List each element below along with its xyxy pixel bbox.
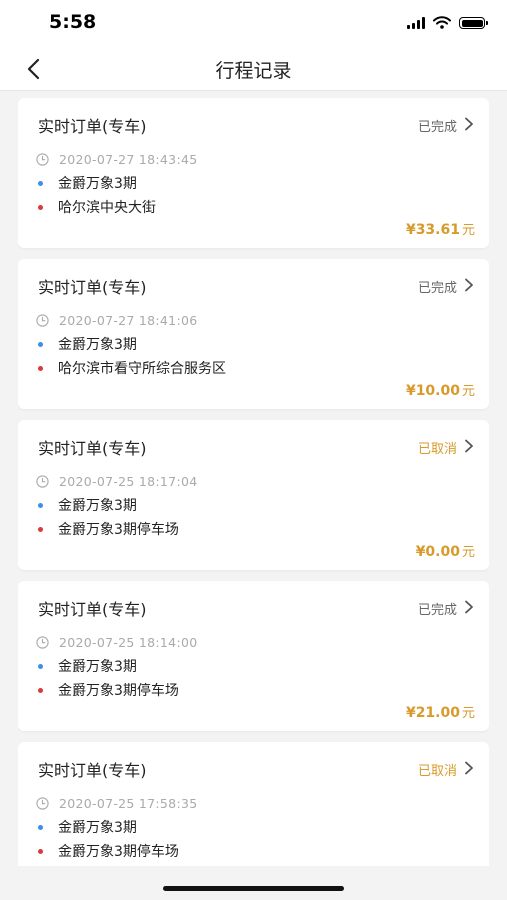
trip-price: ¥10.00 [405,383,460,399]
chevron-right-icon[interactable] [463,278,475,292]
trip-origin: 金爵万象3期 [58,337,137,353]
trip-origin-row: 金爵万象3期 [38,817,137,837]
destination-dot-icon [38,365,43,371]
origin-dot-icon [38,341,43,347]
trip-card-title: 实时订单(专车) [38,439,147,458]
origin-dot-icon [38,502,43,508]
origin-dot-icon [38,663,43,669]
destination-dot-icon [38,526,43,532]
chevron-right-icon[interactable] [463,761,475,775]
trip-time: 2020-07-27 18:41:06 [59,313,198,328]
origin-dot-icon [38,824,43,830]
origin-dot-icon [38,180,43,186]
trip-time-row: 2020-07-25 18:14:00 [36,635,197,650]
clock-icon [36,797,49,810]
trip-card-title: 实时订单(专车) [38,117,147,136]
page-title: 行程记录 [215,60,292,82]
trip-time: 2020-07-25 18:17:04 [59,474,198,489]
trip-destination: 金爵万象3期停车场 [58,844,179,860]
trip-status-label: 已完成 [417,281,457,296]
clock-icon [36,636,49,649]
trip-list[interactable]: 实时订单(专车) 已完成 2020-07-27 18:43:45 金爵万象3期 … [18,98,489,866]
trip-status-label: 已取消 [417,442,457,457]
trip-origin: 金爵万象3期 [58,659,137,675]
trip-card[interactable]: 实时订单(专车) 已完成 2020-07-25 18:14:00 金爵万象3期 … [18,581,489,731]
trip-card-title: 实时订单(专车) [38,600,147,619]
clock-icon [36,314,49,327]
chevron-right-icon[interactable] [463,117,475,131]
trip-time-row: 2020-07-27 18:41:06 [36,313,197,328]
trip-card[interactable]: 实时订单(专车) 已取消 2020-07-25 18:17:04 金爵万象3期 … [18,420,489,570]
trip-card[interactable]: 实时订单(专车) 已完成 2020-07-27 18:43:45 金爵万象3期 … [18,98,489,248]
trip-price-unit: 元 [461,384,475,399]
trip-price-row: ¥0.00 元 [416,541,475,560]
trip-time: 2020-07-25 17:58:35 [59,796,198,811]
trip-price-row: ¥33.61 元 [406,219,475,238]
status-bar: 5:58 [0,0,507,46]
destination-dot-icon [38,204,43,210]
chevron-right-icon[interactable] [463,600,475,614]
trip-card[interactable]: 实时订单(专车) 已完成 2020-07-27 18:41:06 金爵万象3期 … [18,259,489,409]
trip-destination: 金爵万象3期停车场 [58,683,179,699]
battery-icon [459,17,488,29]
trip-origin: 金爵万象3期 [58,176,137,192]
destination-dot-icon [38,848,43,854]
trip-time: 2020-07-25 18:14:00 [59,635,198,650]
trip-card-title: 实时订单(专车) [38,278,147,297]
trip-origin: 金爵万象3期 [58,820,137,836]
trip-destination: 哈尔滨市看守所综合服务区 [58,361,226,377]
trip-destination-row: 哈尔滨中央大街 [38,197,156,217]
trip-origin: 金爵万象3期 [58,498,137,514]
trip-price-unit: 元 [461,223,475,238]
trip-destination-row: 哈尔滨市看守所综合服务区 [38,358,226,378]
home-indicator [163,886,344,891]
trip-destination-row: 金爵万象3期停车场 [38,519,179,539]
trip-price: ¥0.00 [415,544,460,560]
trip-price-unit: 元 [461,706,475,721]
trip-destination-row: 金爵万象3期停车场 [38,680,179,700]
trip-price-row: ¥10.00 元 [406,380,475,399]
destination-dot-icon [38,687,43,693]
trip-destination: 金爵万象3期停车场 [58,522,179,538]
trip-origin-row: 金爵万象3期 [38,173,137,193]
trip-price-unit: 元 [461,545,475,560]
trip-card-title: 实时订单(专车) [38,761,147,780]
trip-price: ¥33.61 [405,222,460,238]
trip-price-row: ¥21.00 元 [406,702,475,721]
trip-price: ¥21.00 [405,705,460,721]
trip-origin-row: 金爵万象3期 [38,656,137,676]
clock-icon [36,153,49,166]
trip-destination: 哈尔滨中央大街 [58,200,156,216]
wifi-icon [433,14,451,33]
trip-origin-row: 金爵万象3期 [38,495,137,515]
trip-status-label: 已完成 [417,120,457,135]
status-time: 5:58 [49,11,97,33]
trip-destination-row: 金爵万象3期停车场 [38,841,179,861]
trip-card[interactable]: 实时订单(专车) 已取消 2020-07-25 17:58:35 金爵万象3期 … [18,742,489,866]
trip-time: 2020-07-27 18:43:45 [59,152,198,167]
nav-bar: 行程记录 [0,46,507,91]
trip-status-label: 已取消 [417,764,457,779]
chevron-right-icon[interactable] [463,439,475,453]
cellular-signal-icon [407,17,425,29]
status-icons [407,14,488,33]
trip-status-label: 已完成 [417,603,457,618]
clock-icon [36,475,49,488]
trip-origin-row: 金爵万象3期 [38,334,137,354]
trip-time-row: 2020-07-25 17:58:35 [36,796,197,811]
trip-time-row: 2020-07-27 18:43:45 [36,152,197,167]
trip-time-row: 2020-07-25 18:17:04 [36,474,197,489]
